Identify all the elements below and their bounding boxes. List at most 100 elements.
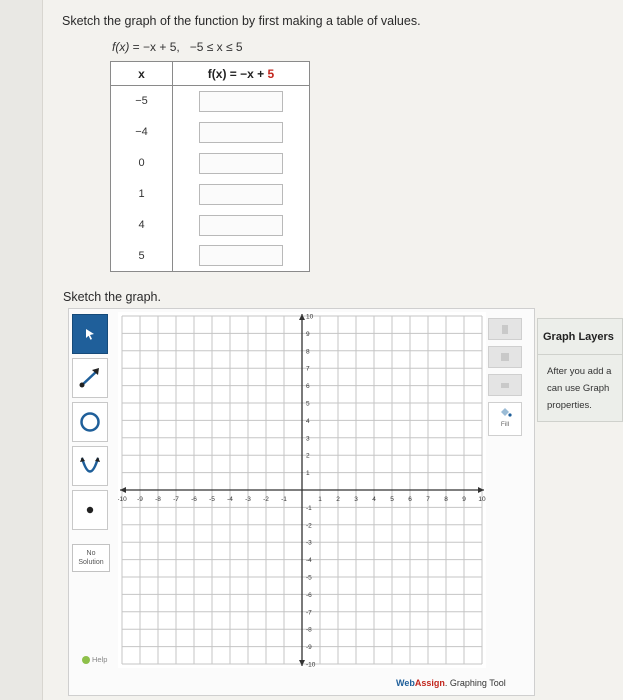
x-column-header: x (110, 61, 173, 86)
y-tick-label: -7 (306, 609, 312, 616)
y-tick-label: -1 (306, 505, 312, 512)
brand-assign: Assign (414, 678, 445, 688)
function-domain: −5 ≤ x ≤ 5 (179, 40, 243, 54)
pointer-icon (86, 329, 94, 340)
x-tick-label: -7 (173, 496, 179, 503)
pointer-tool-button[interactable] (72, 314, 108, 354)
y-tick-label: 10 (306, 314, 314, 321)
no-solution-button[interactable]: No Solution (72, 544, 110, 572)
x-tick-label: -5 (209, 496, 215, 503)
x-tick-label: -3 (245, 496, 251, 503)
y-tick-label: 5 (306, 401, 310, 408)
x-tick-label: -9 (137, 496, 143, 503)
x-tick-label: 8 (444, 496, 448, 503)
graph-layers-help-text: After you add a can use Graph properties… (547, 366, 612, 411)
webassign-branding: WebAssign. Graphing Tool (396, 678, 506, 688)
y-tick-label: -3 (306, 540, 312, 547)
graph-side-tools: Fill (488, 318, 524, 436)
y-tick-label: 7 (306, 366, 310, 373)
layer-icon (501, 383, 509, 388)
y-tick-label: 2 (306, 453, 310, 460)
fx-answer-input[interactable] (199, 121, 283, 143)
y-tick-label: 6 (306, 383, 310, 390)
fill-bucket-icon (501, 408, 512, 417)
fx-answer-input[interactable] (199, 183, 283, 205)
fill-button[interactable]: Fill (488, 402, 522, 436)
trash-icon (502, 325, 508, 334)
y-tick-label: -5 (306, 575, 312, 582)
circle-tool-icon (80, 412, 100, 432)
table-row: 5 (111, 240, 310, 272)
help-icon (82, 655, 90, 664)
sketch-instruction: Sketch the graph. (63, 290, 161, 304)
fx-answer-input[interactable] (199, 152, 283, 174)
x-tick-label: 4 (372, 496, 376, 503)
y-tick-label: -4 (306, 557, 312, 564)
fx-answer-input[interactable] (199, 214, 283, 236)
line-tool-button[interactable] (72, 358, 108, 398)
y-tick-label: -2 (306, 522, 312, 529)
function-name: f(x) (112, 40, 130, 54)
y-tick-label: 1 (306, 470, 310, 477)
x-tick-label: -4 (227, 496, 233, 503)
question-prompt: Sketch the graph of the function by firs… (62, 14, 421, 28)
fx-answer-input[interactable] (199, 245, 283, 267)
brand-web: Web (396, 678, 415, 688)
x-tick-label: 2 (336, 496, 340, 503)
y-tick-label: 8 (306, 348, 310, 355)
brand-graphing-tool: . Graphing Tool (444, 678, 506, 688)
x-tick-label: 9 (462, 496, 466, 503)
x-tick-label: -2 (263, 496, 269, 503)
x-value: 4 (138, 219, 145, 231)
help-label: Help (92, 655, 108, 664)
y-tick-label: -8 (306, 627, 312, 634)
x-tick-label: -1 (281, 496, 287, 503)
fx-column-header: f(x) = −x + 5 (172, 61, 310, 86)
delete-button[interactable] (488, 318, 522, 340)
x-value: 5 (138, 249, 145, 262)
x-value: 0 (138, 157, 145, 169)
circle-tool-button[interactable] (72, 402, 108, 442)
line-tool-icon (79, 368, 99, 388)
graph-layers-panel: Graph Layers After you add a can use Gra… (537, 318, 623, 422)
function-rule: = −x + 5, (129, 40, 180, 54)
function-definition: f(x) = −x + 5, −5 ≤ x ≤ 5 (112, 40, 243, 54)
y-tick-label: 9 (306, 331, 310, 338)
point-tool-icon (86, 506, 94, 514)
clear-button[interactable] (488, 346, 522, 368)
x-tick-label: 10 (478, 496, 486, 503)
values-table: x f(x) = −x + 5 −5 −4 0 1 4 5 (110, 61, 310, 272)
y-tick-label: -10 (306, 662, 316, 669)
x-tick-label: -8 (155, 496, 161, 503)
table-header-row: x f(x) = −x + 5 (110, 61, 310, 86)
x-value: −4 (135, 126, 148, 138)
help-link[interactable]: Help (82, 655, 107, 664)
x-tick-label: 3 (354, 496, 358, 503)
fx-header-constant: 5 (267, 66, 275, 81)
x-tick-label: 1 (318, 496, 322, 503)
coordinate-grid[interactable]: -10 -9 -8 -7 -6 -5 -4 -3 -2 -1 1 2 3 4 5 6 7 8 9 10 10 9 8 7 6 5 4… (118, 312, 486, 668)
fx-header-text: f(x) = −x + (207, 66, 268, 81)
y-tick-label: 4 (306, 418, 310, 425)
graph-layers-title: Graph Layers (538, 319, 622, 355)
x-value: 1 (138, 188, 145, 200)
table-row: 0 (111, 147, 310, 179)
x-tick-label: 5 (390, 496, 394, 503)
x-value: −5 (135, 95, 148, 108)
table-row: −4 (111, 116, 310, 148)
y-tick-label: 3 (306, 435, 310, 442)
drawing-toolbar: No Solution (72, 314, 112, 572)
parabola-tool-button[interactable] (72, 446, 108, 486)
table-row: −5 (111, 85, 310, 117)
x-tick-label: -6 (191, 496, 197, 503)
table-row: 1 (111, 178, 310, 210)
point-tool-button[interactable] (72, 490, 108, 530)
table-row: 4 (111, 209, 310, 241)
layer-button[interactable] (488, 374, 522, 396)
clear-icon (501, 353, 509, 361)
fx-answer-input[interactable] (199, 90, 283, 112)
x-tick-label: 6 (408, 496, 412, 503)
x-tick-label: 7 (426, 496, 430, 503)
x-tick-label: -10 (118, 496, 127, 503)
y-tick-label: -6 (306, 592, 312, 599)
